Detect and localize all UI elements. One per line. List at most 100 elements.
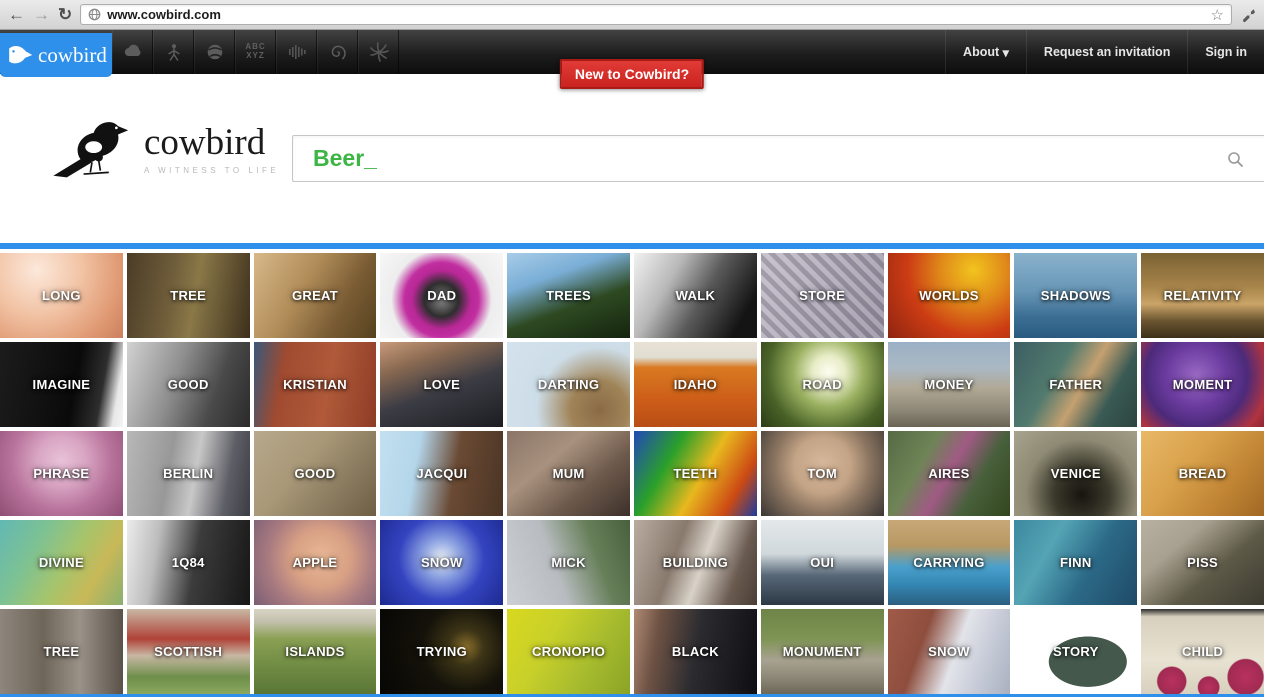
vortex-icon[interactable] <box>358 30 399 74</box>
globe-icon <box>88 8 101 21</box>
equalizer-icon[interactable] <box>276 30 317 74</box>
story-tile[interactable]: APPLE <box>254 520 377 605</box>
story-tile[interactable]: GOOD <box>127 342 250 427</box>
request-invitation-link[interactable]: Request an invitation <box>1026 30 1187 74</box>
story-tile-label: FINN <box>1060 555 1092 570</box>
story-tile-label: ISLANDS <box>285 644 344 659</box>
story-tile[interactable]: MICK <box>507 520 630 605</box>
story-tile[interactable]: DAD <box>380 253 503 338</box>
story-tile[interactable]: MUM <box>507 431 630 516</box>
story-tile[interactable]: IMAGINE <box>0 342 123 427</box>
forward-icon[interactable]: → <box>33 6 50 23</box>
story-tile[interactable]: WORLDS <box>888 253 1011 338</box>
story-tile-label: VENICE <box>1051 466 1101 481</box>
sign-in-link[interactable]: Sign in <box>1187 30 1264 74</box>
search-icon[interactable] <box>1227 151 1244 168</box>
story-tile[interactable]: BUILDING <box>634 520 757 605</box>
back-icon[interactable]: ← <box>8 6 25 23</box>
search-input[interactable]: Beer_ <box>292 135 1264 182</box>
bird-head-icon <box>7 42 33 68</box>
new-to-cowbird-badge[interactable]: New to Cowbird? <box>560 59 704 89</box>
story-tile[interactable]: WALK <box>634 253 757 338</box>
story-tile-label: TRYING <box>417 644 467 659</box>
story-tile[interactable]: OUI <box>761 520 884 605</box>
story-tile-label: MICK <box>551 555 585 570</box>
story-tile[interactable]: MONUMENT <box>761 609 884 694</box>
story-tile-label: PHRASE <box>33 466 89 481</box>
story-tile[interactable]: SNOW <box>888 609 1011 694</box>
story-tile[interactable]: STORE <box>761 253 884 338</box>
story-tile[interactable]: GREAT <box>254 253 377 338</box>
story-tile-label: BUILDING <box>663 555 728 570</box>
story-tile[interactable]: RELATIVITY <box>1141 253 1264 338</box>
person-icon[interactable] <box>153 30 194 74</box>
bookmark-star-icon[interactable]: ☆ <box>1211 6 1224 24</box>
story-tile-label: CHILD <box>1182 644 1223 659</box>
story-tile-label: DIVINE <box>39 555 84 570</box>
story-tile[interactable]: SCOTTISH <box>127 609 250 694</box>
story-tile[interactable]: BLACK <box>634 609 757 694</box>
story-tile[interactable]: TOM <box>761 431 884 516</box>
story-tile-label: MONUMENT <box>783 644 862 659</box>
story-tile[interactable]: BERLIN <box>127 431 250 516</box>
spiral-icon[interactable] <box>317 30 358 74</box>
chevron-down-icon: ▾ <box>1003 45 1009 60</box>
story-tile-label: GOOD <box>295 466 336 481</box>
story-grid: LONGTREEGREATDADTREESWALKSTOREWORLDSSHAD… <box>0 249 1264 694</box>
story-tile[interactable]: FINN <box>1014 520 1137 605</box>
story-tile[interactable]: CARRYING <box>888 520 1011 605</box>
story-tile[interactable]: CHILD <box>1141 609 1264 694</box>
story-tile[interactable]: DARTING <box>507 342 630 427</box>
story-tile[interactable]: SNOW <box>380 520 503 605</box>
about-menu[interactable]: About ▾ <box>945 30 1026 74</box>
story-tile[interactable]: TREE <box>127 253 250 338</box>
story-tile[interactable]: LONG <box>0 253 123 338</box>
story-tile[interactable]: GOOD <box>254 431 377 516</box>
story-tile-label: PISS <box>1187 555 1218 570</box>
story-tile[interactable]: KRISTIAN <box>254 342 377 427</box>
story-tile-label: SNOW <box>421 555 463 570</box>
story-tile-label: IDAHO <box>674 377 717 392</box>
story-tile[interactable]: CRONOPIO <box>507 609 630 694</box>
story-tile[interactable]: BREAD <box>1141 431 1264 516</box>
story-tile[interactable]: TRYING <box>380 609 503 694</box>
globe-icon[interactable] <box>194 30 235 74</box>
wrench-menu-icon[interactable] <box>1240 7 1256 23</box>
story-tile[interactable]: FATHER <box>1014 342 1137 427</box>
story-tile[interactable]: 1Q84 <box>127 520 250 605</box>
brand-tab[interactable]: cowbird <box>0 33 112 77</box>
story-tile-label: DARTING <box>538 377 599 392</box>
story-tile-label: TREES <box>546 288 591 303</box>
story-tile[interactable]: MONEY <box>888 342 1011 427</box>
cowbird-logo[interactable]: cowbird A WITNESS TO LIFE <box>50 110 279 186</box>
url-text[interactable]: www.cowbird.com <box>107 7 221 22</box>
story-tile-label: SNOW <box>928 644 970 659</box>
url-bar[interactable]: www.cowbird.com ☆ <box>80 4 1232 25</box>
story-tile[interactable]: STORY <box>1014 609 1137 694</box>
navbar-links: About ▾ Request an invitation Sign in <box>945 30 1264 74</box>
story-tile[interactable]: SHADOWS <box>1014 253 1137 338</box>
story-tile[interactable]: LOVE <box>380 342 503 427</box>
story-tile[interactable]: PISS <box>1141 520 1264 605</box>
story-tile[interactable]: JACQUI <box>380 431 503 516</box>
story-tile[interactable]: TREE <box>0 609 123 694</box>
story-tile-label: WORLDS <box>919 288 979 303</box>
story-tile[interactable]: PHRASE <box>0 431 123 516</box>
alphabet-icon[interactable]: ABC XYZ <box>235 30 276 74</box>
story-tile[interactable]: TEETH <box>634 431 757 516</box>
story-tile[interactable]: ROAD <box>761 342 884 427</box>
story-tile[interactable]: TREES <box>507 253 630 338</box>
story-tile[interactable]: AIRES <box>888 431 1011 516</box>
cloud-icon[interactable] <box>112 30 153 74</box>
story-tile-label: GREAT <box>292 288 338 303</box>
story-tile[interactable]: ISLANDS <box>254 609 377 694</box>
story-tile[interactable]: DIVINE <box>0 520 123 605</box>
story-tile[interactable]: VENICE <box>1014 431 1137 516</box>
story-tile-label: GOOD <box>168 377 209 392</box>
refresh-icon[interactable]: ↻ <box>58 6 72 23</box>
story-tile[interactable]: MOMENT <box>1141 342 1264 427</box>
story-tile-label: CRONOPIO <box>532 644 605 659</box>
story-tile-label: TREE <box>43 644 79 659</box>
story-tile[interactable]: IDAHO <box>634 342 757 427</box>
story-tile-label: BERLIN <box>163 466 213 481</box>
